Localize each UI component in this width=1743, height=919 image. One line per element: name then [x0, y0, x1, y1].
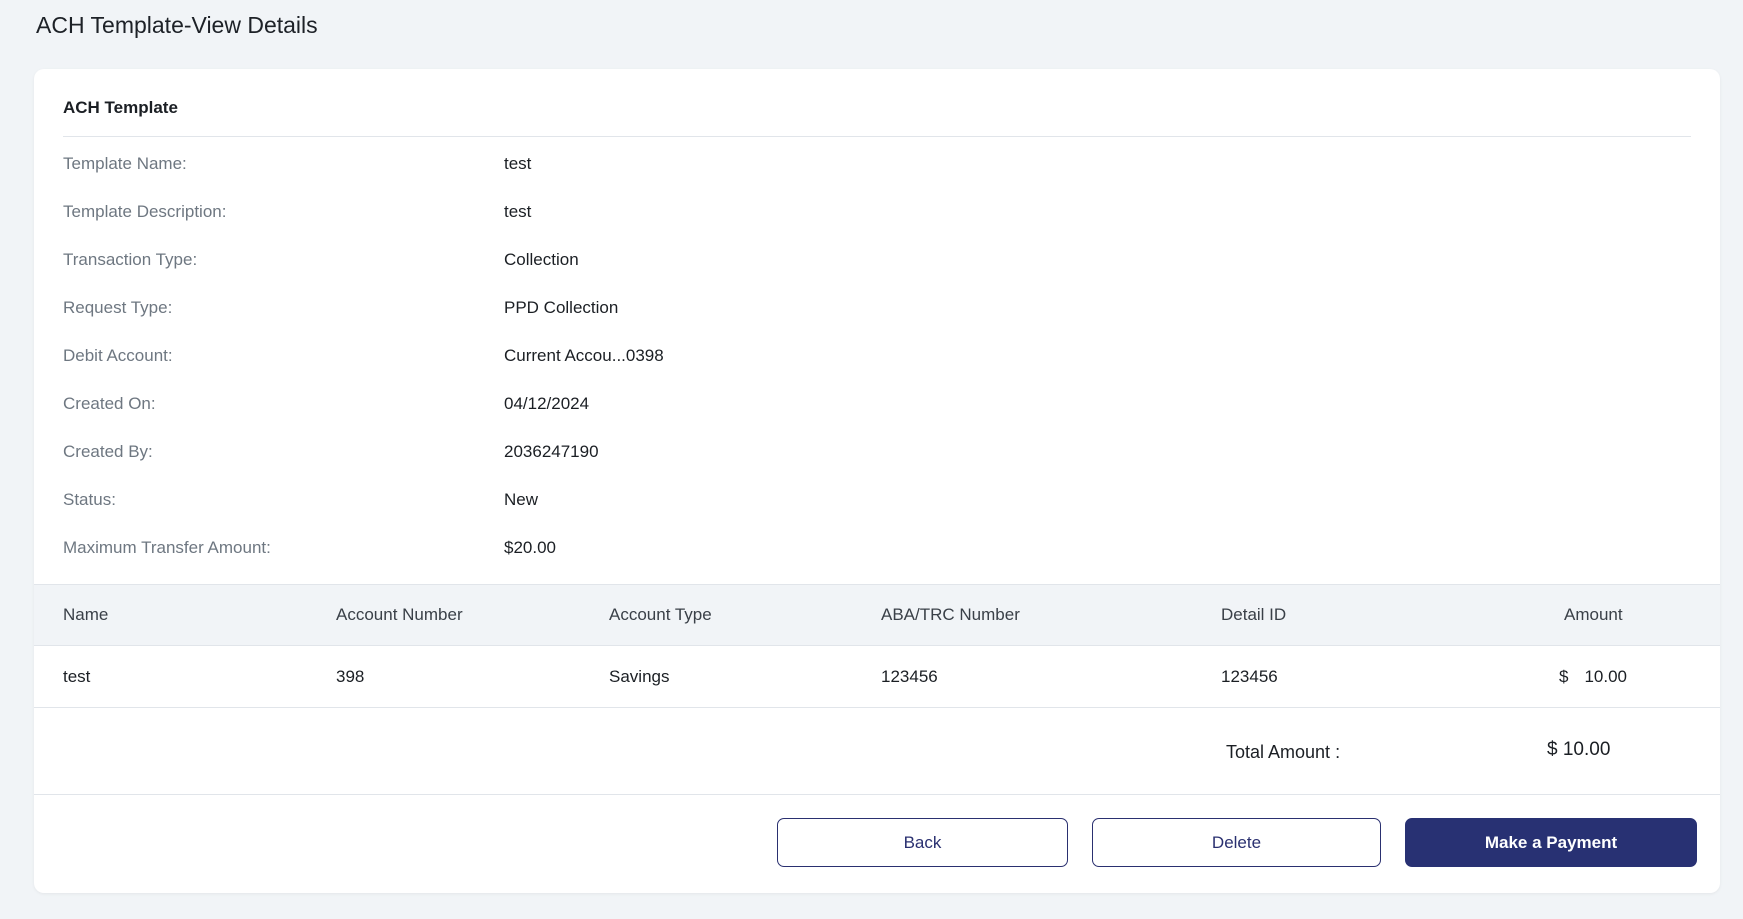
- cell-amount: $ 10.00: [1559, 646, 1627, 707]
- detail-row-template-name: Template Name: test: [63, 153, 1691, 201]
- detail-row-max-transfer-amount: Maximum Transfer Amount: $20.00: [63, 537, 1691, 585]
- template-details-list: Template Name: test Template Description…: [63, 153, 1691, 585]
- table-row: test 398 Savings 123456 123456 $ 10.00: [34, 646, 1720, 708]
- detail-label: Debit Account:: [63, 346, 173, 365]
- detail-label: Maximum Transfer Amount:: [63, 538, 271, 557]
- column-header-amount: Amount: [1564, 605, 1623, 624]
- detail-value: $20.00: [504, 538, 556, 557]
- detail-label: Template Name:: [63, 154, 187, 173]
- cell-detail-id: 123456: [1221, 666, 1278, 686]
- detail-value: 04/12/2024: [504, 394, 590, 413]
- column-header-aba: ABA/TRC Number: [881, 605, 1020, 624]
- cell-aba: 123456: [881, 666, 938, 686]
- page-title: ACH Template-View Details: [36, 12, 318, 38]
- recipients-table: Name Account Number Account Type ABA/TRC…: [34, 584, 1720, 708]
- make-payment-button[interactable]: Make a Payment: [1405, 818, 1697, 867]
- total-amount-section: Total Amount : $ 10.00: [34, 708, 1720, 795]
- total-amount-label: Total Amount :: [1226, 742, 1341, 762]
- detail-value: test: [504, 202, 532, 221]
- detail-value: 2036247190: [504, 442, 599, 461]
- back-button[interactable]: Back: [777, 818, 1068, 867]
- detail-row-created-on: Created On: 04/12/2024: [63, 393, 1691, 441]
- delete-button[interactable]: Delete: [1092, 818, 1381, 867]
- detail-label: Created By:: [63, 442, 153, 461]
- total-amount-value: $ 10.00: [1547, 739, 1611, 760]
- detail-label: Request Type:: [63, 298, 173, 317]
- column-header-account-type: Account Type: [609, 605, 712, 624]
- detail-label: Transaction Type:: [63, 250, 198, 269]
- detail-value: test: [504, 154, 532, 173]
- card-header: ACH Template: [63, 98, 1691, 137]
- amount-value: 10.00: [1584, 666, 1628, 686]
- table-header-row: Name Account Number Account Type ABA/TRC…: [34, 584, 1720, 646]
- column-header-name: Name: [63, 605, 109, 624]
- status-value: New: [504, 490, 539, 509]
- detail-value: Current Accou...0398: [504, 346, 664, 365]
- detail-row-status: Status: New: [63, 489, 1691, 537]
- detail-row-created-by: Created By: 2036247190: [63, 441, 1691, 489]
- detail-row-template-description: Template Description: test: [63, 201, 1691, 249]
- cell-account-number: 398: [336, 666, 365, 686]
- detail-label: Template Description:: [63, 202, 227, 221]
- template-details-card: ACH Template Template Name: test Templat…: [34, 69, 1720, 893]
- detail-row-debit-account: Debit Account: Current Accou...0398: [63, 345, 1691, 393]
- column-header-detail-id: Detail ID: [1221, 605, 1287, 624]
- detail-row-request-type: Request Type: PPD Collection: [63, 297, 1691, 345]
- cell-name: test: [63, 666, 91, 686]
- detail-row-transaction-type: Transaction Type: Collection: [63, 249, 1691, 297]
- card-title: ACH Template: [63, 98, 178, 117]
- cell-account-type: Savings: [609, 666, 670, 686]
- currency-symbol: $: [1559, 666, 1569, 686]
- detail-value: Collection: [504, 250, 579, 269]
- detail-value: PPD Collection: [504, 298, 619, 317]
- detail-label: Created On:: [63, 394, 156, 413]
- column-header-account-number: Account Number: [336, 605, 463, 624]
- detail-label: Status:: [63, 490, 116, 509]
